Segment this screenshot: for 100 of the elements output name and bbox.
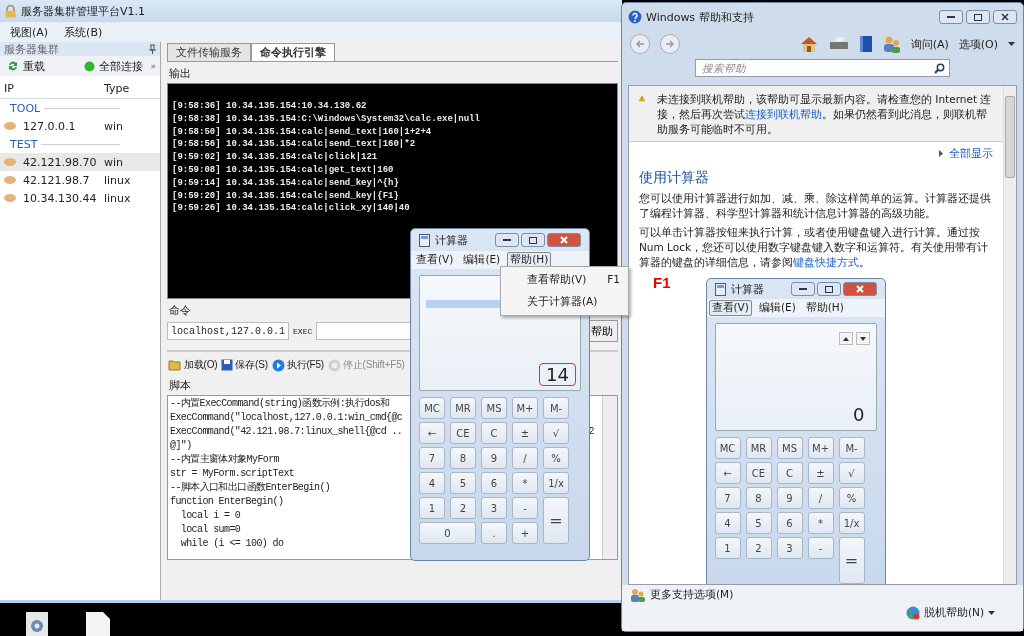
menu-item[interactable]: 系统(B) bbox=[64, 24, 103, 40]
calculator-key[interactable]: * bbox=[512, 472, 538, 494]
calculator-key[interactable]: √ bbox=[838, 462, 865, 484]
offline-help-button[interactable]: 脱机帮助(N) bbox=[905, 606, 995, 620]
calculator-key[interactable]: 4 bbox=[419, 472, 445, 494]
column-header[interactable]: Type bbox=[100, 81, 160, 95]
calculator-key[interactable]: 2 bbox=[450, 497, 476, 519]
server-row[interactable]: 42.121.98.7 linux bbox=[0, 171, 160, 189]
calculator-key[interactable]: % bbox=[543, 447, 569, 469]
overflow-chevron[interactable]: » bbox=[150, 61, 156, 71]
tab[interactable]: 命令执行引擎 bbox=[251, 43, 335, 61]
calculator-key[interactable]: 1 bbox=[419, 497, 445, 519]
triangle-icon[interactable] bbox=[939, 150, 943, 157]
calculator-key[interactable]: / bbox=[807, 487, 834, 509]
menu-item[interactable]: 视图(A) bbox=[10, 24, 49, 40]
menu-item[interactable]: 帮助(H) bbox=[802, 300, 847, 316]
calculator-key[interactable]: MS bbox=[776, 437, 803, 459]
target-field[interactable]: localhost,127.0.0.1 bbox=[167, 322, 290, 340]
calculator-key[interactable]: 5 bbox=[450, 472, 476, 494]
menu-item[interactable]: 查看帮助(V) F1 bbox=[501, 269, 628, 291]
calculator-key[interactable]: - bbox=[512, 497, 538, 519]
book-icon[interactable] bbox=[858, 35, 873, 53]
toolbar-button[interactable]: 加载(O) bbox=[167, 358, 219, 372]
menu-item[interactable]: 查看(V) bbox=[413, 252, 457, 268]
menu-item[interactable]: 查看(V) bbox=[708, 300, 752, 316]
maximize-button[interactable] bbox=[966, 10, 990, 24]
menu-item[interactable]: 编辑(E) bbox=[460, 252, 504, 268]
column-header[interactable]: IP bbox=[0, 81, 100, 95]
calculator-key[interactable]: M- bbox=[543, 397, 569, 419]
calculator-key[interactable]: 7 bbox=[419, 447, 445, 469]
calculator-key[interactable]: 6 bbox=[776, 512, 803, 534]
scrollbar[interactable] bbox=[602, 396, 617, 559]
calculator-key[interactable]: ± bbox=[807, 462, 834, 484]
calculator-key[interactable]: 7 bbox=[714, 487, 741, 509]
calculator-key[interactable]: 3 bbox=[481, 497, 507, 519]
calculator-key[interactable]: * bbox=[807, 512, 834, 534]
calculator-key[interactable]: 8 bbox=[745, 487, 772, 509]
toolbar-menu[interactable]: 选项(O) bbox=[958, 36, 998, 52]
toolbar-button[interactable]: 保存(S) bbox=[220, 358, 269, 372]
calculator-key[interactable]: 2 bbox=[745, 537, 772, 559]
close-button[interactable] bbox=[842, 282, 877, 296]
calculator-key[interactable]: 6 bbox=[481, 472, 507, 494]
calculator-key[interactable]: = bbox=[543, 497, 569, 544]
search-icon[interactable] bbox=[934, 63, 945, 74]
calculator-key[interactable]: 9 bbox=[776, 487, 803, 509]
maximize-button[interactable] bbox=[521, 233, 545, 247]
menu-item[interactable]: 编辑(E) bbox=[755, 300, 799, 316]
close-button[interactable] bbox=[993, 10, 1017, 24]
maximize-button[interactable] bbox=[816, 282, 841, 296]
calculator-key[interactable]: 4 bbox=[714, 512, 741, 534]
server-row[interactable]: 127.0.0.1 win bbox=[0, 117, 160, 135]
calculator-key[interactable]: 3 bbox=[776, 537, 803, 559]
server-row[interactable]: 10.34.130.44 linux bbox=[0, 189, 160, 207]
calculator-key[interactable]: ← bbox=[419, 422, 445, 444]
minimize-button[interactable] bbox=[495, 233, 519, 247]
scrollbar[interactable] bbox=[1003, 86, 1016, 584]
toolbar-button[interactable]: 重载 bbox=[4, 58, 48, 74]
calculator-key[interactable]: CE bbox=[745, 462, 772, 484]
calculator-key[interactable]: CE bbox=[450, 422, 476, 444]
calculator-key[interactable]: ← bbox=[714, 462, 741, 484]
calculator-key[interactable]: M+ bbox=[512, 397, 538, 419]
calculator-key[interactable]: 0 bbox=[419, 522, 476, 544]
calculator-key[interactable]: MR bbox=[745, 437, 772, 459]
link[interactable]: 键盘快捷方式 bbox=[793, 256, 859, 268]
server-row[interactable]: 42.121.98.70 win bbox=[0, 153, 160, 171]
calculator-key[interactable]: 1/x bbox=[543, 472, 569, 494]
calculator-key[interactable]: MC bbox=[714, 437, 741, 459]
calculator-key[interactable]: 8 bbox=[450, 447, 476, 469]
calculator-key[interactable]: M+ bbox=[807, 437, 834, 459]
calculator-key[interactable]: / bbox=[512, 447, 538, 469]
calculator-key[interactable]: 9 bbox=[481, 447, 507, 469]
calculator-key[interactable]: √ bbox=[543, 422, 569, 444]
close-button[interactable] bbox=[547, 233, 581, 247]
calculator-key[interactable]: MC bbox=[419, 397, 445, 419]
tab[interactable]: 文件传输服务 bbox=[167, 43, 251, 61]
calculator-key[interactable]: M- bbox=[838, 437, 865, 459]
toolbar-button[interactable]: 执行(F5) bbox=[270, 358, 325, 372]
menu-item[interactable]: 关于计算器(A) bbox=[501, 291, 628, 313]
toolbar-menu[interactable]: 询问(A) bbox=[910, 36, 949, 52]
calculator-key[interactable]: MS bbox=[481, 397, 507, 419]
calculator-key[interactable]: + bbox=[512, 522, 538, 544]
calculator-key[interactable]: % bbox=[838, 487, 865, 509]
printer-icon[interactable] bbox=[828, 36, 849, 52]
calculator-key[interactable]: 1 bbox=[714, 537, 741, 559]
show-all-link[interactable]: 全部显示 bbox=[949, 146, 993, 161]
caret-icon[interactable] bbox=[1008, 42, 1015, 46]
calculator-key[interactable]: C bbox=[776, 462, 803, 484]
calculator-key[interactable]: 1/x bbox=[838, 512, 865, 534]
search-field[interactable]: 搜索帮助 bbox=[695, 59, 950, 77]
calculator-key[interactable]: ± bbox=[512, 422, 538, 444]
toolbar-button[interactable]: 全部连接 bbox=[81, 58, 147, 74]
minimize-button[interactable] bbox=[790, 282, 815, 296]
link[interactable]: 连接到联机帮助 bbox=[745, 108, 822, 120]
people-icon[interactable] bbox=[882, 35, 901, 53]
support-options-button[interactable]: 更多支持选项(M) bbox=[630, 588, 1015, 602]
minimize-button[interactable] bbox=[939, 10, 963, 24]
pin-icon[interactable] bbox=[149, 44, 156, 54]
calculator-key[interactable]: MR bbox=[450, 397, 476, 419]
calculator-key[interactable]: - bbox=[807, 537, 834, 559]
calculator-key[interactable]: C bbox=[481, 422, 507, 444]
